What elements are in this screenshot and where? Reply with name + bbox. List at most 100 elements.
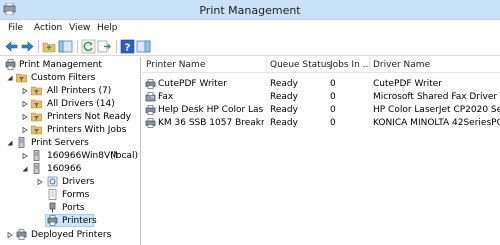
driver-name: CutePDF Writer (373, 79, 442, 89)
filter-folder-icon (16, 73, 27, 83)
up-folder-icon[interactable] (42, 39, 57, 54)
tree-label: Print Management (19, 60, 102, 70)
column-header-jobs-in-queue[interactable]: Jobs In ... (330, 60, 371, 70)
expanded-arrow-icon[interactable] (7, 75, 13, 81)
filter-icon (31, 112, 42, 122)
tree-item-all-printers[interactable]: All Printers (7) (0, 85, 140, 97)
printer-list: Printer Name Queue Status Jobs In ... Dr… (142, 57, 500, 245)
jobs-in-queue: 0 (330, 92, 336, 102)
menu-file[interactable]: File (8, 23, 23, 33)
printer-icon (145, 105, 156, 115)
printer-row[interactable]: CutePDF Writer Ready 0 CutePDF Writer (142, 78, 500, 90)
fax-icon (145, 92, 156, 102)
toolbar-separator (116, 40, 117, 53)
printer-icon (145, 79, 156, 89)
tree-label: Ports (62, 203, 85, 213)
server-icon (18, 137, 25, 148)
printer-name: Fax (158, 92, 174, 102)
collapsed-arrow-icon[interactable] (22, 153, 28, 159)
printer-row[interactable]: Help Desk HP Color LaserJet Ready 0 HP C… (142, 104, 500, 116)
tree-item-server-160966win8vm[interactable]: 160966Win8VM (local) (0, 150, 140, 162)
tree-label: Custom Filters (31, 73, 96, 83)
tree-label: Printers (62, 216, 97, 226)
filter-icon (31, 125, 42, 135)
tree-label: Deployed Printers (31, 230, 112, 240)
show-action-pane-icon[interactable] (136, 39, 151, 54)
forms-icon (48, 189, 57, 200)
deployed-printers-icon (16, 229, 27, 240)
column-divider[interactable] (266, 57, 267, 73)
tree-item-printers-not-ready[interactable]: Printers Not Ready (0, 111, 140, 123)
printer-icon (5, 59, 16, 70)
window-title: Print Management (199, 4, 301, 17)
toolbar-separator (77, 40, 78, 53)
tree-item-ports[interactable]: Ports (0, 202, 140, 214)
tree-item-print-servers[interactable]: Print Servers (0, 137, 140, 149)
tree-item-server-160966[interactable]: 160966 (0, 163, 140, 175)
list-header: Printer Name Queue Status Jobs In ... Dr… (142, 57, 500, 73)
server-icon (33, 163, 40, 174)
menu-view[interactable]: View (69, 23, 90, 33)
tree-label: 160966 (47, 164, 82, 174)
tree-item-print-management[interactable]: Print Management (0, 59, 140, 71)
console-tree: Print Management Custom Filters All Prin… (0, 57, 141, 245)
forward-arrow-icon[interactable] (20, 39, 35, 54)
back-arrow-icon[interactable] (4, 39, 19, 54)
column-divider[interactable] (369, 57, 370, 73)
server-icon (33, 150, 40, 161)
column-header-printer-name[interactable]: Printer Name (146, 60, 205, 70)
driver-name: KONICA MINOLTA 42SeriesPCL6 (373, 118, 500, 128)
title-bar: Print Management (0, 0, 500, 20)
filter-icon (31, 86, 42, 96)
column-header-driver-name[interactable]: Driver Name (373, 60, 430, 70)
toolbar-separator (38, 40, 39, 53)
queue-status: Ready (270, 92, 298, 102)
collapsed-arrow-icon[interactable] (37, 179, 43, 185)
collapsed-arrow-icon[interactable] (22, 114, 28, 120)
menu-bar: File Action View Help (0, 20, 500, 37)
tree-item-all-drivers[interactable]: All Drivers (14) (0, 98, 140, 110)
show-hide-console-tree-icon[interactable] (58, 39, 73, 54)
collapsed-arrow-icon[interactable] (22, 127, 28, 133)
collapsed-arrow-icon[interactable] (22, 88, 28, 94)
printer-icon (145, 118, 156, 128)
tree-item-printers[interactable]: Printers (45, 214, 97, 227)
local-suffix: (local) (110, 151, 138, 161)
tree-item-forms[interactable]: Forms (0, 189, 140, 201)
ports-icon (49, 202, 56, 213)
column-divider[interactable] (326, 57, 327, 73)
tree-item-drivers[interactable]: Drivers (0, 176, 140, 188)
tree-label: Printers Not Ready (47, 112, 132, 122)
printer-row[interactable]: Fax Ready 0 Microsoft Shared Fax Driver (142, 91, 500, 103)
svg-text:?: ? (125, 43, 131, 54)
printer-name: KM 36 SSB 1057 Breakroom (158, 118, 264, 128)
menu-help[interactable]: Help (97, 23, 118, 33)
collapsed-arrow-icon[interactable] (22, 101, 28, 107)
export-list-icon[interactable] (97, 39, 112, 54)
menu-action[interactable]: Action (34, 23, 62, 33)
help-icon[interactable]: ? (120, 39, 135, 54)
tree-item-deployed-printers[interactable]: Deployed Printers (0, 229, 140, 241)
jobs-in-queue: 0 (330, 118, 336, 128)
printer-name: CutePDF Writer (158, 79, 227, 89)
queue-status: Ready (270, 105, 298, 115)
column-header-queue-status[interactable]: Queue Status (270, 60, 331, 70)
filter-icon (31, 99, 42, 109)
tree-item-custom-filters[interactable]: Custom Filters (0, 72, 140, 84)
jobs-in-queue: 0 (330, 79, 336, 89)
printer-name: Help Desk HP Color LaserJet (158, 105, 264, 115)
tree-label: Drivers (62, 177, 95, 187)
tree-item-printers-with-jobs[interactable]: Printers With Jobs (0, 124, 140, 136)
printer-icon (47, 215, 58, 226)
collapsed-arrow-icon[interactable] (7, 232, 13, 238)
expanded-arrow-icon[interactable] (22, 166, 28, 172)
expanded-arrow-icon[interactable] (7, 140, 13, 146)
tree-label: Print Servers (31, 138, 89, 148)
tree-label: All Drivers (14) (47, 99, 115, 109)
refresh-icon[interactable] (81, 39, 96, 54)
driver-name: Microsoft Shared Fax Driver (373, 92, 498, 102)
tree-label: Forms (62, 190, 90, 200)
jobs-in-queue: 0 (330, 105, 336, 115)
queue-status: Ready (270, 79, 298, 89)
printer-row[interactable]: KM 36 SSB 1057 Breakroom Ready 0 KONICA … (142, 117, 500, 129)
